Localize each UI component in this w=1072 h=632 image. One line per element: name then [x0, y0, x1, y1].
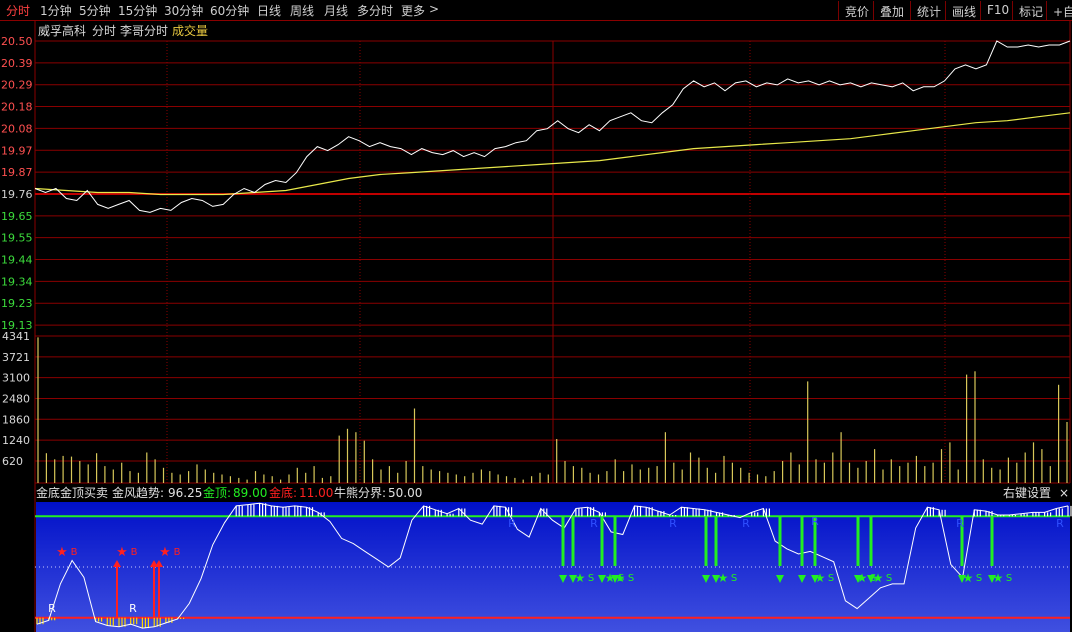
sell-marker: S — [886, 573, 892, 584]
volume-axis-label: 2480 — [2, 392, 30, 405]
timeframe-tab[interactable]: 1分钟 — [40, 2, 72, 19]
divide-label: 牛熊分界: — [334, 485, 386, 500]
close-icon[interactable]: × — [1059, 486, 1069, 500]
indicator-title: 金底金顶买卖 — [36, 485, 108, 500]
toolbar-button[interactable]: +自 — [1046, 1, 1072, 20]
r-marker: R — [48, 602, 56, 615]
price-axis-label: 19.87 — [1, 166, 33, 179]
timeframe-tab[interactable]: 60分钟 — [210, 2, 249, 19]
trend-value: 96.25 — [168, 486, 202, 500]
volume-axis-label: 3100 — [2, 372, 30, 385]
star-icon: ★ — [815, 571, 826, 585]
price-axis-label: 19.97 — [1, 144, 33, 157]
volume-axis-label: 1860 — [2, 413, 30, 426]
settings-button[interactable]: 右键设置 — [1003, 485, 1051, 500]
price-axis-label: 20.29 — [1, 79, 33, 92]
divide-value: 50.00 — [388, 486, 422, 500]
mode-label: 分时 — [92, 24, 116, 38]
star-icon: ★ — [575, 571, 586, 585]
timeframe-tab[interactable]: 15分钟 — [118, 2, 157, 19]
buy-marker: B — [131, 547, 138, 558]
timeframe-tab[interactable]: 月线 — [324, 2, 348, 19]
toolbar-button[interactable]: 叠加 — [873, 1, 910, 20]
r-marker: R — [811, 515, 819, 528]
volume-axis-label: 4341 — [2, 330, 30, 343]
bottom-value: 11.00 — [299, 486, 333, 500]
price-axis-label: 20.50 — [1, 35, 33, 48]
star-icon: ★ — [615, 571, 626, 585]
star-icon: ★ — [159, 545, 171, 560]
toolbar-button[interactable]: 画线 — [945, 1, 980, 20]
price-axis-label: 20.39 — [1, 57, 33, 70]
star-icon: ★ — [963, 571, 974, 585]
r-marker: R — [508, 517, 516, 530]
toolbar-button[interactable]: F10 — [980, 1, 1012, 20]
r-marker: R — [129, 602, 137, 615]
chart-area: 20.50 20.39 20.29 20.18 20.08 19.97 19.87 19.76… — [1, 21, 1072, 632]
toolbar-button[interactable]: 竞价 — [838, 1, 873, 20]
price-axis-label: 20.18 — [1, 101, 33, 114]
sell-marker: S — [731, 573, 737, 584]
star-icon: ★ — [873, 571, 884, 585]
volume-axis-label: 3721 — [2, 351, 30, 364]
toolbar-button[interactable]: 标记 — [1012, 1, 1046, 20]
chevron-right-icon[interactable]: > — [429, 2, 439, 16]
price-axis-label: 19.55 — [1, 232, 33, 245]
r-marker: R — [1056, 517, 1064, 530]
top-value: 89.00 — [233, 486, 267, 500]
price-axis-label: 19.65 — [1, 210, 33, 223]
r-marker: R — [590, 517, 598, 530]
sell-marker: S — [1006, 573, 1012, 584]
star-icon: ★ — [857, 571, 868, 585]
star-icon: ★ — [718, 571, 729, 585]
bottom-label: 金底: — [269, 485, 297, 500]
timeframe-tab[interactable]: 5分钟 — [79, 2, 111, 19]
volume-axis-label: 1240 — [2, 434, 30, 447]
star-icon: ★ — [993, 571, 1004, 585]
toolbar-button[interactable]: 统计 — [910, 1, 945, 20]
timeframe-tab[interactable]: 日线 — [257, 2, 281, 19]
indicator-label: 李哥分时 — [120, 23, 168, 38]
price-axis-label: 19.23 — [1, 297, 33, 310]
timeframe-tab[interactable]: 更多 — [401, 2, 425, 19]
timeframe-tab[interactable]: 分时 — [6, 2, 30, 19]
price-axis-label: 20.08 — [1, 122, 33, 135]
timeframe-tab[interactable]: 多分时 — [357, 2, 393, 19]
sell-marker: S — [588, 573, 594, 584]
r-marker: R — [669, 517, 677, 530]
timeframe-tab[interactable]: 周线 — [290, 2, 314, 19]
volume-label: 成交量 — [172, 23, 208, 38]
sell-marker: S — [628, 573, 634, 584]
price-axis-label: 19.34 — [1, 275, 33, 288]
r-marker: R — [742, 517, 750, 530]
star-icon: ★ — [116, 545, 128, 560]
top-label: 金顶: — [203, 485, 231, 500]
stock-name: 威孚高科 — [38, 23, 86, 38]
sell-marker: S — [976, 573, 982, 584]
buy-marker: B — [174, 547, 181, 558]
r-marker: R — [956, 517, 964, 530]
sell-marker: S — [828, 573, 834, 584]
star-icon: ★ — [56, 545, 68, 560]
toolbar: 分时 1分钟 5分钟 15分钟 30分钟 60分钟 日线 周线 月线 多分时 更多 > 竞价 叠加 统计 画线… — [0, 0, 1072, 21]
buy-marker: B — [71, 547, 78, 558]
price-axis-label: 19.76 — [1, 188, 33, 201]
price-axis-label: 19.44 — [1, 254, 33, 267]
trend-label: 金风趋势: — [112, 485, 164, 500]
timeframe-tab[interactable]: 30分钟 — [164, 2, 203, 19]
volume-axis-label: 620 — [2, 455, 23, 468]
